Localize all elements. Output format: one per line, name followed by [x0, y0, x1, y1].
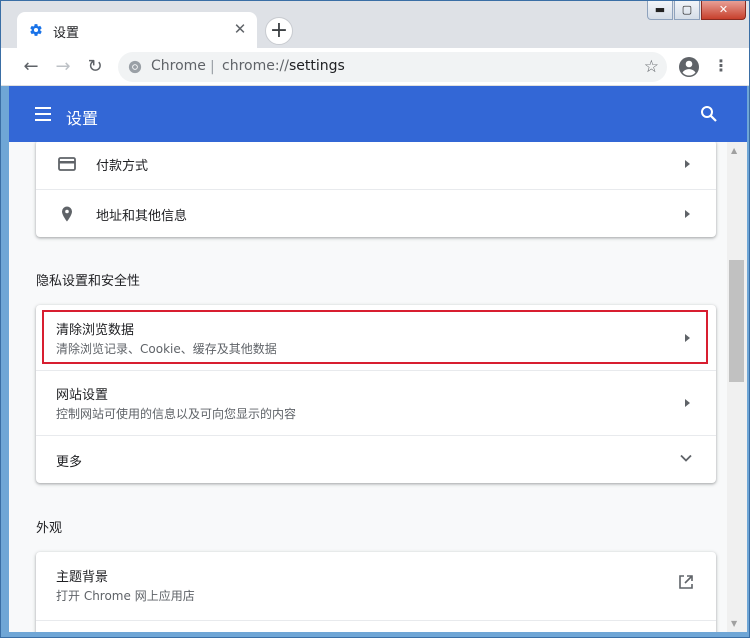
search-icon[interactable]: [700, 105, 718, 123]
new-tab-button[interactable]: +: [265, 17, 293, 45]
title-bar: 设置 ✕ + ▬ ▢ ✕: [1, 1, 749, 48]
menu-icon[interactable]: [35, 107, 51, 121]
more-label: 更多: [56, 455, 83, 470]
clear-browsing-data-label: 清除浏览数据: [56, 323, 135, 338]
window-controls: ▬ ▢ ✕: [646, 1, 746, 22]
back-button[interactable]: ←: [20, 56, 42, 78]
close-window-button[interactable]: ✕: [701, 1, 746, 20]
addresses-label: 地址和其他信息: [96, 209, 188, 224]
chevron-down-icon: [680, 454, 692, 462]
scroll-up-icon[interactable]: ▲: [731, 146, 737, 155]
arrow-right-icon: [685, 210, 690, 218]
next-setting-row[interactable]: [36, 620, 716, 632]
settings-header: 设置: [9, 86, 747, 142]
settings-content: 付款方式 地址和其他信息 隐私设置和安全性 清除浏览数据 清除浏览记录、Cook…: [9, 142, 727, 632]
reload-button[interactable]: ↻: [84, 56, 106, 78]
tab-settings[interactable]: 设置 ✕: [17, 12, 257, 48]
browser-toolbar: ← → ↻ Chrome | chrome://settings ☆ ⋮: [1, 48, 749, 86]
location-pin-icon: [62, 206, 72, 222]
tab-title: 设置: [53, 26, 80, 41]
address-bar[interactable]: Chrome | chrome://settings ☆: [118, 52, 667, 82]
forward-button[interactable]: →: [52, 56, 74, 78]
payment-methods-label: 付款方式: [96, 159, 149, 174]
privacy-card: 清除浏览数据 清除浏览记录、Cookie、缓存及其他数据 网站设置 控制网站可使…: [36, 305, 716, 483]
clear-browsing-data-row[interactable]: 清除浏览数据 清除浏览记录、Cookie、缓存及其他数据: [36, 305, 716, 370]
page-title: 设置: [66, 109, 99, 128]
site-settings-sublabel: 控制网站可使用的信息以及可向您显示的内容: [56, 407, 297, 421]
site-settings-row[interactable]: 网站设置 控制网站可使用的信息以及可向您显示的内容: [36, 370, 716, 435]
gear-icon: [30, 24, 42, 36]
browser-menu-button[interactable]: ⋮: [713, 55, 729, 79]
credit-card-icon: [58, 157, 76, 171]
theme-sublabel: 打开 Chrome 网上应用店: [56, 589, 195, 603]
theme-label: 主题背景: [56, 570, 109, 585]
privacy-section-title: 隐私设置和安全性: [36, 274, 141, 289]
autofill-card: 付款方式 地址和其他信息: [36, 142, 716, 237]
tab-close-icon[interactable]: ✕: [231, 20, 249, 38]
minimize-button[interactable]: ▬: [647, 1, 673, 20]
omnibox-separator: |: [210, 59, 215, 75]
origin-chip: Chrome: [151, 58, 206, 74]
open-in-new-icon[interactable]: [678, 574, 694, 590]
arrow-right-icon: [685, 160, 690, 168]
site-settings-label: 网站设置: [56, 388, 109, 403]
page-scrollbar[interactable]: ▲ ▼: [727, 142, 747, 632]
account-icon[interactable]: [677, 55, 701, 79]
payment-methods-row[interactable]: 付款方式: [36, 142, 716, 189]
more-row[interactable]: 更多: [36, 435, 716, 482]
url-scheme: chrome://: [222, 58, 289, 74]
appearance-section-title: 外观: [36, 521, 63, 536]
maximize-button[interactable]: ▢: [674, 1, 700, 20]
theme-row[interactable]: 主题背景 打开 Chrome 网上应用店: [36, 552, 716, 620]
scroll-down-icon[interactable]: ▼: [731, 619, 737, 628]
addresses-row[interactable]: 地址和其他信息: [36, 189, 716, 237]
arrow-right-icon: [685, 399, 690, 407]
browser-window: 设置 ✕ + ▬ ▢ ✕ ← → ↻ Chrome | chrome://set…: [0, 0, 750, 638]
scrollbar-thumb[interactable]: [729, 260, 744, 382]
clear-browsing-data-sublabel: 清除浏览记录、Cookie、缓存及其他数据: [56, 342, 277, 356]
url-path: settings: [289, 58, 345, 74]
url-text: chrome://settings: [222, 58, 345, 74]
arrow-right-icon: [685, 334, 690, 342]
appearance-card: 主题背景 打开 Chrome 网上应用店: [36, 552, 716, 632]
bookmark-star-icon[interactable]: ☆: [644, 57, 659, 77]
chrome-icon: [128, 60, 142, 74]
